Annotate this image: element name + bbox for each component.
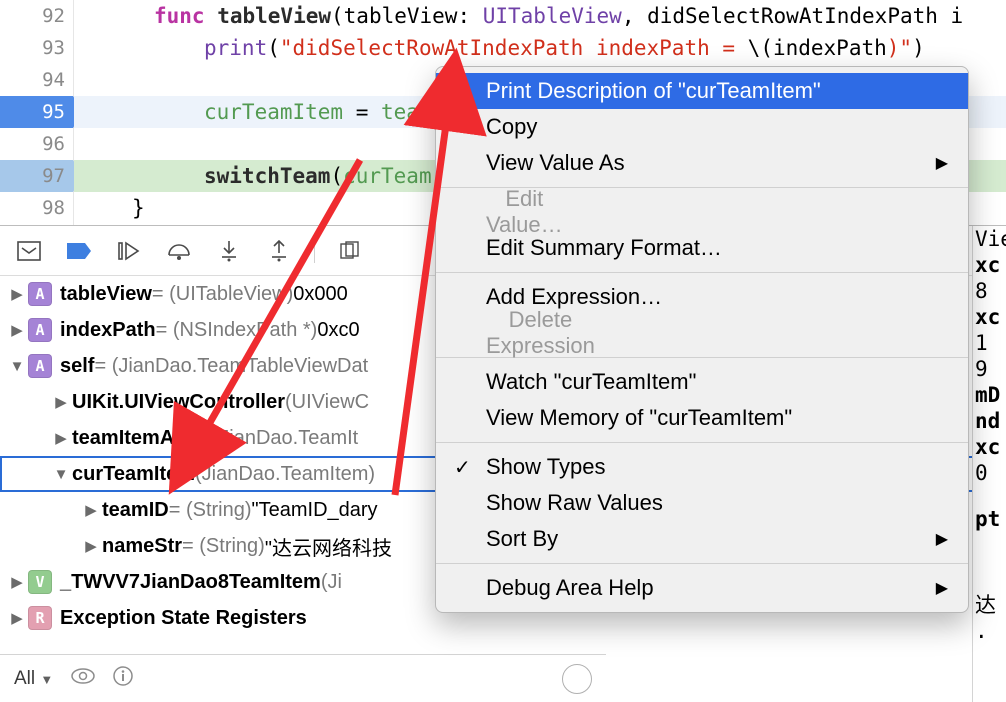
line-gutter: 92 93 94 95 96 97 98 99 bbox=[0, 0, 74, 225]
disclosure-triangle-right-icon[interactable]: ▶ bbox=[52, 429, 70, 447]
value-badge-icon: V bbox=[28, 570, 52, 594]
context-menu[interactable]: Print Description of "curTeamItem" Copy … bbox=[435, 66, 969, 613]
scope-label: All bbox=[14, 668, 35, 689]
toggle-console-button[interactable] bbox=[14, 236, 44, 266]
line-number: 96 bbox=[0, 128, 73, 160]
menu-show-types[interactable]: ✓Show Types bbox=[436, 449, 968, 485]
continue-button[interactable] bbox=[114, 236, 144, 266]
line-number: 93 bbox=[0, 32, 73, 64]
argument-badge-icon: A bbox=[28, 282, 52, 306]
checkmark-icon: ✓ bbox=[454, 455, 471, 480]
disclosure-triangle-right-icon[interactable]: ▶ bbox=[8, 573, 26, 591]
submenu-arrow-icon: ▶ bbox=[936, 578, 948, 598]
argument-badge-icon: A bbox=[28, 354, 52, 378]
menu-copy[interactable]: Copy bbox=[436, 109, 968, 145]
argument-badge-icon: A bbox=[28, 318, 52, 342]
view-hierarchy-button[interactable] bbox=[335, 236, 365, 266]
chevron-down-icon: ▼ bbox=[40, 672, 53, 687]
disclosure-triangle-right-icon[interactable]: ▶ bbox=[52, 393, 70, 411]
menu-watch[interactable]: Watch "curTeamItem" bbox=[436, 364, 968, 400]
menu-sort-by[interactable]: Sort By▶ bbox=[436, 521, 968, 557]
register-badge-icon: R bbox=[28, 606, 52, 630]
menu-edit-summary[interactable]: Edit Summary Format… bbox=[436, 230, 968, 266]
variables-filter-bar: All ▼ bbox=[0, 654, 606, 702]
breakpoints-toggle-button[interactable] bbox=[64, 236, 94, 266]
disclosure-triangle-right-icon[interactable]: ▶ bbox=[8, 609, 26, 627]
console-partial: Vie xc 8 xc 1 9 mD nd xc 0 pt 达 . bbox=[972, 226, 1006, 702]
submenu-arrow-icon: ▶ bbox=[936, 529, 948, 549]
menu-view-value-as[interactable]: View Value As▶ bbox=[436, 145, 968, 181]
code-line: func tableView(tableView: UITableView, d… bbox=[74, 0, 1006, 32]
disclosure-triangle-right-icon[interactable]: ▶ bbox=[8, 285, 26, 303]
disclosure-triangle-down-icon[interactable]: ▼ bbox=[8, 358, 26, 375]
disclosure-triangle-right-icon[interactable]: ▶ bbox=[82, 501, 100, 519]
line-number-breakpoint[interactable]: 97 bbox=[0, 160, 73, 192]
menu-show-raw[interactable]: Show Raw Values bbox=[436, 485, 968, 521]
scope-selector[interactable]: All ▼ bbox=[14, 668, 53, 690]
disclosure-triangle-right-icon[interactable]: ▶ bbox=[8, 321, 26, 339]
filter-field[interactable] bbox=[562, 664, 592, 694]
line-number-current[interactable]: 95 bbox=[0, 96, 73, 128]
submenu-arrow-icon: ▶ bbox=[936, 153, 948, 173]
line-number: 94 bbox=[0, 64, 73, 96]
disclosure-triangle-right-icon[interactable]: ▶ bbox=[82, 537, 100, 555]
line-number: 92 bbox=[0, 0, 73, 32]
menu-edit-value: Edit Value… bbox=[436, 194, 506, 230]
menu-separator bbox=[436, 563, 968, 564]
menu-separator bbox=[436, 272, 968, 273]
info-icon[interactable] bbox=[113, 666, 133, 692]
disclosure-triangle-down-icon[interactable]: ▼ bbox=[52, 466, 70, 483]
quicklook-icon[interactable] bbox=[71, 668, 95, 690]
step-over-button[interactable] bbox=[164, 236, 194, 266]
menu-debug-help[interactable]: Debug Area Help▶ bbox=[436, 570, 968, 606]
menu-print-description[interactable]: Print Description of "curTeamItem" bbox=[436, 73, 968, 109]
menu-view-memory[interactable]: View Memory of "curTeamItem" bbox=[436, 400, 968, 436]
line-number: 98 bbox=[0, 192, 73, 224]
step-out-button[interactable] bbox=[264, 236, 294, 266]
menu-delete-expression: Delete Expression bbox=[436, 315, 506, 351]
menu-separator bbox=[436, 442, 968, 443]
step-into-button[interactable] bbox=[214, 236, 244, 266]
code-line: print("didSelectRowAtIndexPath indexPath… bbox=[74, 32, 1006, 64]
